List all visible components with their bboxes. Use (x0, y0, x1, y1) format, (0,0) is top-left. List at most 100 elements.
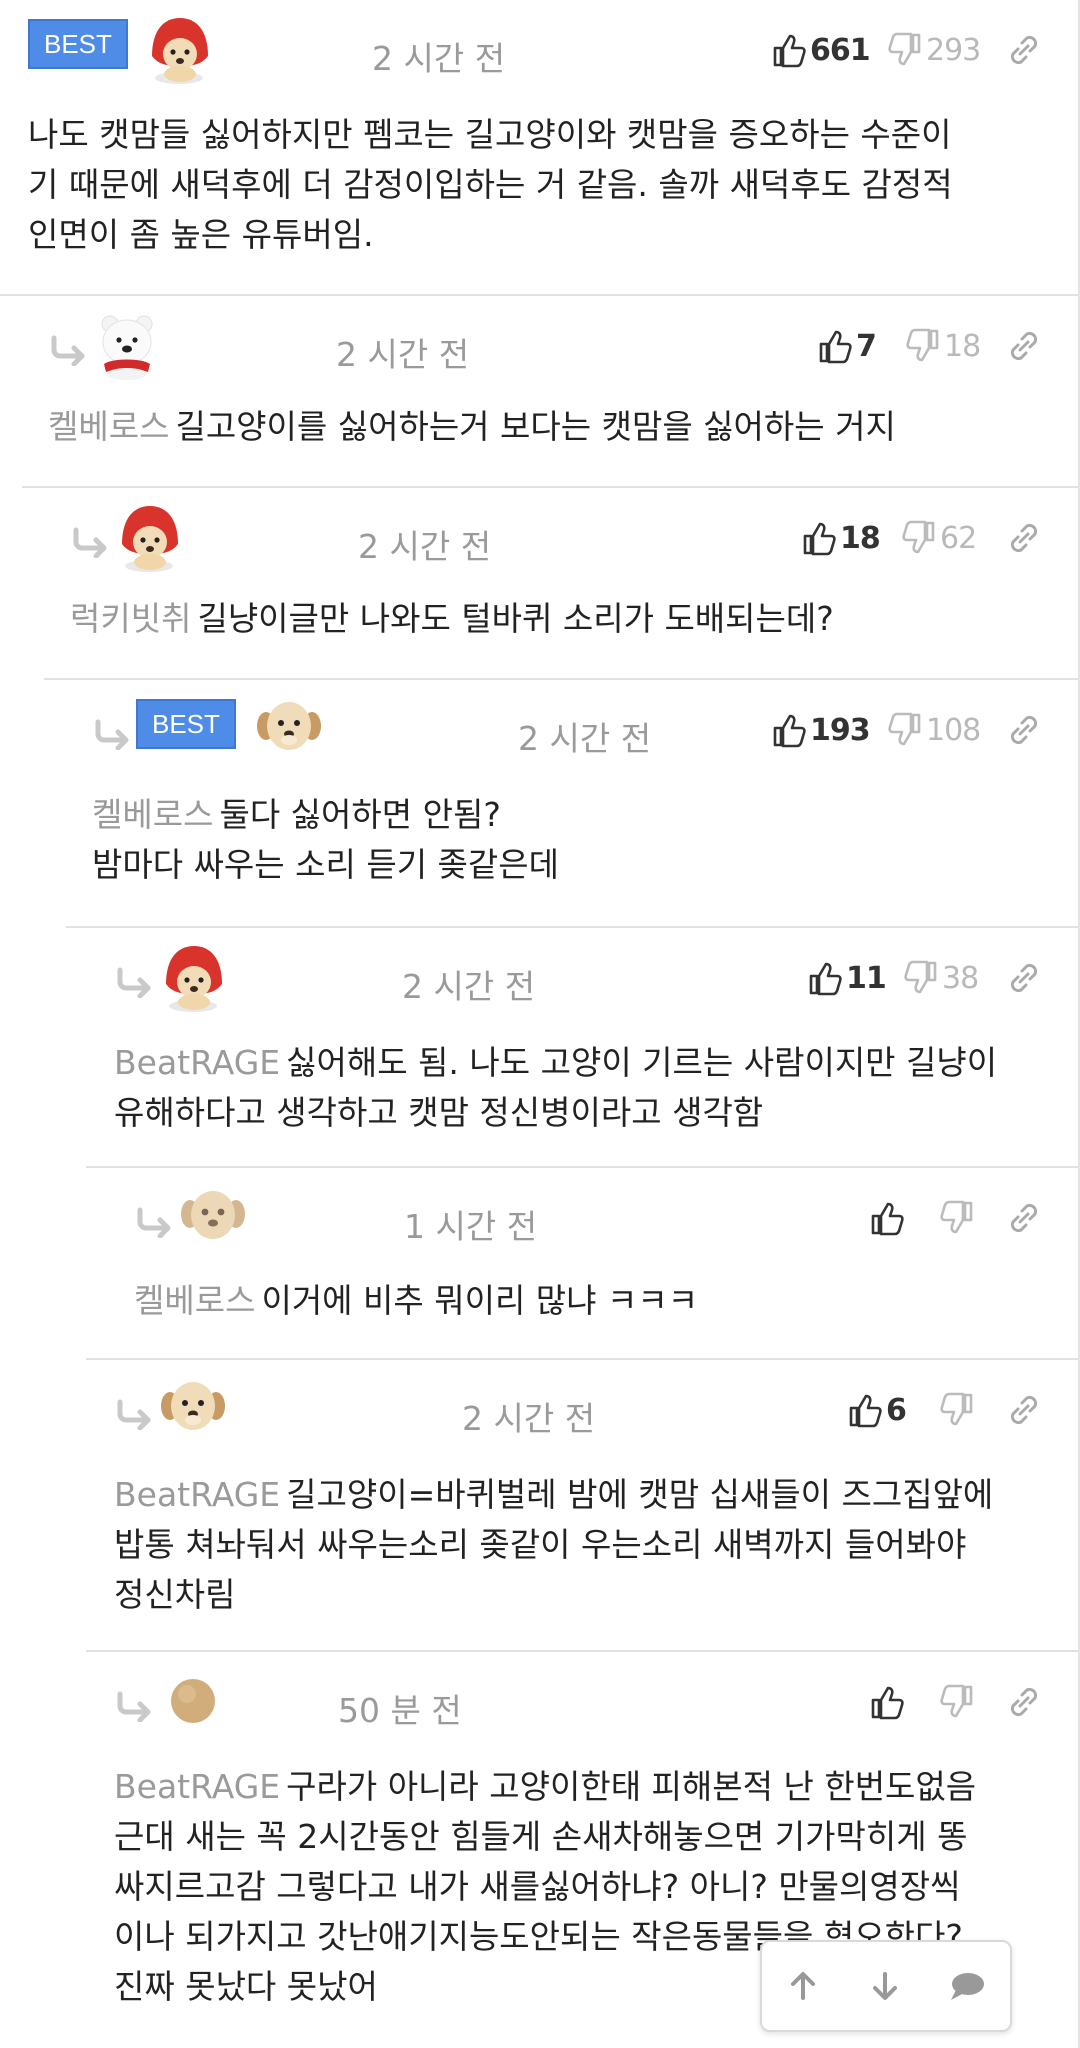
avatar[interactable] (142, 12, 216, 86)
like-button[interactable]: 7 (818, 324, 877, 368)
dislike-count: 62 (940, 520, 977, 556)
thumbs-down-icon (906, 328, 940, 364)
reply-arrow-icon (134, 1206, 174, 1238)
scroll-down-button[interactable] (844, 1942, 926, 2030)
dislike-count: 108 (926, 712, 981, 748)
reply-arrow-icon (48, 334, 88, 366)
comment-body: 켈베로스 길고양이를 싫어하는거 보다는 캣맘을 싫어하는 거지 (48, 402, 1048, 452)
thumbs-down-icon (888, 712, 922, 748)
comment-meta: 2 시간 전 18 62 (0, 498, 1078, 578)
comment-time: 50 분 전 (338, 1691, 462, 1730)
mention[interactable]: 럭키빗취 (70, 599, 191, 638)
dislike-button[interactable] (940, 1680, 978, 1724)
comment-time: 2 시간 전 (462, 1399, 596, 1438)
like-button[interactable]: 661 (772, 28, 871, 72)
thumbs-up-icon (818, 328, 852, 364)
comment-time: 2 시간 전 (518, 719, 652, 758)
comment-5: 1 시간 전 켈베로스 이거에 비추 뭐이리 많냐 ㅋㅋㅋ (0, 1168, 1078, 1360)
link-icon[interactable] (1006, 1200, 1042, 1236)
comment-line: 켈베로스 이거에 비추 뭐이리 많냐 ㅋㅋㅋ (134, 1276, 1054, 1326)
avatar[interactable] (252, 692, 326, 766)
like-button[interactable]: 6 (848, 1388, 907, 1432)
comment-3: BEST 2 시간 전 193 108 켈베로스 둘다 싫어하면 안됨? 밤마다 … (0, 680, 1078, 928)
comment-meta: BEST 2 시간 전 661 293 (0, 10, 1078, 90)
comment-bubble-icon (951, 1973, 984, 2000)
comment-line: 기 때문에 새덕후에 더 감정이입하는 거 같음. 솔까 새덕후도 감정적 (28, 165, 953, 204)
dislike-button[interactable]: 38 (904, 956, 979, 1000)
mention[interactable]: BeatRAGE (114, 1475, 280, 1514)
like-button[interactable]: 193 (772, 708, 871, 752)
thumbs-down-icon (904, 960, 938, 996)
like-count: 11 (846, 960, 887, 996)
thumbs-down-icon (888, 32, 922, 68)
mention[interactable]: BeatRAGE (114, 1767, 280, 1806)
comment-line: 켈베로스 둘다 싫어하면 안됨? (92, 790, 1052, 840)
comment-line: 싸지르고감 그렇다고 내가 새를싫어하냐? 아니? 만물의영장씩 (114, 1867, 961, 1906)
dislike-button[interactable] (940, 1196, 978, 1240)
avatar[interactable] (176, 1180, 250, 1254)
comment-meta: 1 시간 전 (0, 1178, 1078, 1258)
link-icon[interactable] (1006, 1392, 1042, 1428)
thumbs-up-icon (772, 32, 806, 68)
thumbs-down-icon (902, 520, 936, 556)
best-badge: BEST (28, 19, 128, 69)
reply-arrow-icon (70, 526, 110, 558)
dislike-button[interactable]: 18 (906, 324, 981, 368)
like-button[interactable] (870, 1680, 908, 1724)
comment-line: 켈베로스 길고양이를 싫어하는거 보다는 캣맘을 싫어하는 거지 (48, 402, 1048, 452)
scroll-up-button[interactable] (762, 1942, 844, 2030)
thumbs-down-icon (940, 1200, 974, 1236)
comment-2: 2 시간 전 18 62 럭키빗취 길냥이글만 나와도 털바퀴 소리가 도배되는데… (0, 488, 1078, 680)
comment-line: 나도 캣맘들 싫어하지만 펨코는 길고양이와 캣맘을 증오하는 수준이 (28, 115, 952, 154)
comment-text: 구라가 아니라 고양이한태 피해본적 난 한번도없음 (286, 1767, 977, 1806)
comment-meta: 2 시간 전 7 18 (0, 306, 1078, 386)
comment-line: 럭키빗취 길냥이글만 나와도 털바퀴 소리가 도배되는데? (70, 594, 1050, 644)
dislike-count: 293 (926, 32, 981, 68)
comment-meta: BEST 2 시간 전 193 108 (0, 690, 1078, 770)
comment-body: BeatRAGE 싫어해도 됨. 나도 고양이 기르는 사람이지만 길냥이 유해하… (114, 1038, 1054, 1138)
avatar[interactable] (156, 1372, 230, 1446)
dislike-button[interactable] (940, 1388, 978, 1432)
comment-time: 2 시간 전 (336, 335, 470, 374)
mention[interactable]: 켈베로스 (92, 795, 213, 834)
arrow-down-icon (873, 1972, 897, 2000)
comment-6: 2 시간 전 6 BeatRAGE 길고양이=바퀴벌레 밤에 캣맘 십새들이 즈그… (0, 1360, 1078, 1652)
thumbs-down-icon (940, 1392, 974, 1428)
comment-text: 둘다 싫어하면 안됨? (219, 795, 501, 834)
comment-button[interactable] (926, 1942, 1008, 2030)
like-count: 193 (810, 712, 871, 748)
like-button[interactable]: 11 (808, 956, 887, 1000)
avatar[interactable] (156, 940, 230, 1014)
dislike-button[interactable]: 62 (902, 516, 977, 560)
link-icon[interactable] (1006, 1684, 1042, 1720)
comment-meta: 2 시간 전 11 38 (0, 938, 1078, 1018)
link-icon[interactable] (1006, 328, 1042, 364)
mention[interactable]: BeatRAGE (114, 1043, 280, 1082)
link-icon[interactable] (1006, 712, 1042, 748)
comment-meta: 2 시간 전 6 (0, 1370, 1078, 1450)
like-button[interactable] (870, 1196, 908, 1240)
like-count: 6 (886, 1392, 907, 1428)
comment-line: 근대 새는 꼭 2시간동안 힘들게 손새차해놓으면 기가막히게 똥 (114, 1817, 968, 1856)
avatar[interactable] (90, 308, 164, 382)
like-button[interactable]: 18 (802, 516, 881, 560)
thumbs-up-icon (808, 960, 842, 996)
dislike-button[interactable]: 108 (888, 708, 981, 752)
avatar[interactable] (156, 1664, 230, 1738)
link-icon[interactable] (1006, 960, 1042, 996)
comment-text: 길냥이글만 나와도 털바퀴 소리가 도배되는데? (197, 599, 834, 638)
dislike-count: 18 (944, 328, 981, 364)
mention[interactable]: 켈베로스 (134, 1281, 255, 1320)
comment-text: 이거에 비추 뭐이리 많냐 ㅋㅋㅋ (261, 1281, 699, 1320)
mention[interactable]: 켈베로스 (48, 407, 169, 446)
floating-nav (760, 1940, 1012, 2032)
thumbs-down-icon (940, 1684, 974, 1720)
comment-line: BeatRAGE 구라가 아니라 고양이한태 피해본적 난 한번도없음 (114, 1762, 1054, 1812)
arrow-up-icon (791, 1972, 815, 2000)
comment-line: BeatRAGE 길고양이=바퀴벌레 밤에 캣맘 십새들이 즈그집앞에 (114, 1470, 1054, 1520)
comment-time: 2 시간 전 (402, 967, 536, 1006)
link-icon[interactable] (1006, 520, 1042, 556)
dislike-button[interactable]: 293 (888, 28, 981, 72)
link-icon[interactable] (1006, 32, 1042, 68)
avatar[interactable] (112, 500, 186, 574)
